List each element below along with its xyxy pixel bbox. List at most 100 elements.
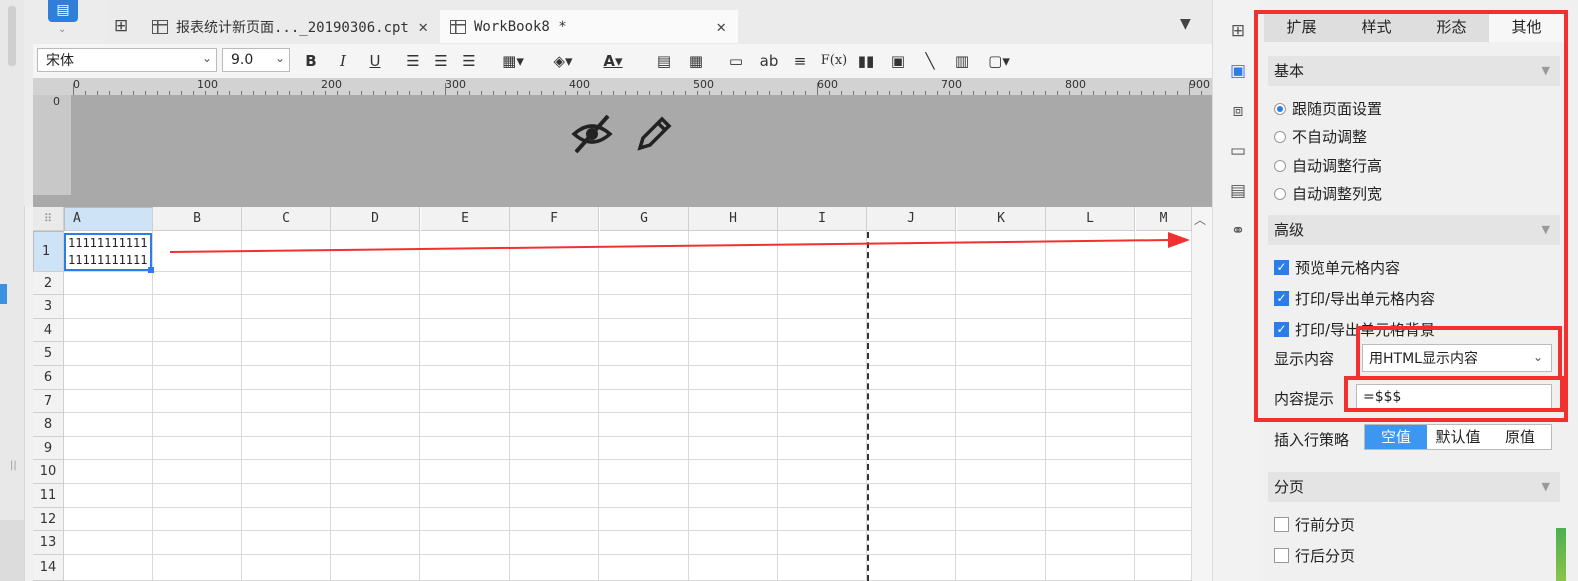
- vertical-ruler: 0: [33, 95, 71, 195]
- close-icon[interactable]: ✕: [418, 17, 428, 36]
- ruler-tick: [181, 91, 182, 95]
- grid-column-line: [152, 231, 153, 581]
- column-header-l[interactable]: L: [1046, 207, 1135, 231]
- underline-button[interactable]: U: [365, 50, 385, 72]
- ruler-label: 0: [53, 95, 60, 108]
- collapse-handle[interactable]: [0, 284, 7, 304]
- formula-button[interactable]: F(x): [819, 50, 849, 72]
- select-all-corner[interactable]: ⠿: [33, 207, 64, 231]
- font-size-select[interactable]: 9.0 ⌄: [222, 48, 290, 72]
- row-header-4[interactable]: 4: [33, 319, 64, 342]
- tab-list-icon[interactable]: ▼: [1180, 16, 1191, 32]
- row-header-8[interactable]: 8: [33, 413, 64, 437]
- font-color-icon[interactable]: A▾: [595, 50, 631, 72]
- format-toolbar: 宋体 ⌄ 9.0 ⌄ B I U ☰ ☰ ☰ ▦▾ ◈▾ A▾ ▤ ▦ ▭ ab…: [33, 44, 1212, 79]
- section-paging[interactable]: 分页 ▼: [1268, 472, 1560, 502]
- close-icon[interactable]: ✕: [716, 17, 726, 36]
- column-header-c[interactable]: C: [242, 207, 331, 231]
- ruler-tick: [493, 91, 494, 95]
- align-right-icon[interactable]: ☰: [459, 50, 479, 72]
- fill-handle[interactable]: [148, 267, 154, 273]
- row-header-2[interactable]: 2: [33, 272, 64, 295]
- edit-header-icon[interactable]: [634, 114, 674, 154]
- row-header-6[interactable]: 6: [33, 366, 64, 390]
- column-header-b[interactable]: B: [153, 207, 242, 231]
- merge-cells-icon[interactable]: ▤: [653, 50, 675, 72]
- column-header-h[interactable]: H: [689, 207, 778, 231]
- scroll-up-icon[interactable]: ︿: [1194, 211, 1206, 228]
- app-logo-icon[interactable]: ▤: [48, 0, 78, 22]
- ruler-label: 900: [1189, 78, 1210, 91]
- left-scrollbar[interactable]: [8, 6, 16, 66]
- ruler-tick: [385, 91, 386, 95]
- cell-attribute-icon[interactable]: ⊞: [1227, 20, 1249, 42]
- condition-attribute-icon[interactable]: ▤: [1227, 180, 1249, 202]
- align-left-icon[interactable]: ☰: [403, 50, 423, 72]
- check-page-before-row[interactable]: 行前分页: [1274, 514, 1355, 535]
- row-header-5[interactable]: 5: [33, 342, 64, 366]
- insert-original-option[interactable]: 原值: [1489, 425, 1551, 449]
- row-header-9[interactable]: 9: [33, 437, 64, 460]
- grid-row-line: [64, 436, 1192, 437]
- hide-header-icon[interactable]: [570, 112, 614, 156]
- spreadsheet-grid[interactable]: [33, 207, 1212, 581]
- ruler-label: 300: [445, 78, 466, 91]
- insert-default-option[interactable]: 默认值: [1427, 425, 1489, 449]
- cell-a1[interactable]: 11111111111 11111111111: [64, 233, 152, 271]
- tab-workbook8[interactable]: WorkBook8 * ✕: [440, 10, 738, 43]
- row-header-7[interactable]: 7: [33, 390, 64, 413]
- italic-button[interactable]: I: [333, 50, 353, 72]
- ruler-tick: [577, 91, 578, 95]
- column-header-e[interactable]: E: [421, 207, 510, 231]
- chevron-down-icon[interactable]: ⌄: [58, 24, 66, 35]
- border-icon[interactable]: ▦▾: [497, 50, 529, 72]
- insert-text-icon[interactable]: ▭: [725, 50, 747, 72]
- font-family-select[interactable]: 宋体 ⌄: [37, 48, 217, 72]
- image-icon[interactable]: ▣: [887, 50, 909, 72]
- row-header-11[interactable]: 11: [33, 484, 64, 508]
- vertical-scrollbar[interactable]: ︿: [1192, 207, 1212, 581]
- section-paging-title: 分页: [1274, 478, 1305, 496]
- ruler-tick: [481, 91, 482, 95]
- column-header-d[interactable]: D: [331, 207, 420, 231]
- column-header-g[interactable]: G: [600, 207, 689, 231]
- float-element-icon[interactable]: ⧈: [1227, 100, 1249, 122]
- align-center-icon[interactable]: ☰: [431, 50, 451, 72]
- column-header-a[interactable]: A: [64, 207, 153, 231]
- check-page-after-row[interactable]: 行后分页: [1274, 545, 1355, 566]
- column-header-m[interactable]: M: [1136, 207, 1192, 231]
- bold-button[interactable]: B: [301, 50, 321, 72]
- cell-element-icon[interactable]: ▣: [1227, 60, 1249, 82]
- chart-icon[interactable]: ▮▮: [855, 50, 877, 72]
- ruler-tick: [901, 91, 902, 95]
- grid-column-line: [598, 231, 599, 581]
- ruler-tick: [157, 91, 158, 95]
- slash-line-icon[interactable]: ╲: [919, 50, 941, 72]
- column-header-k[interactable]: K: [957, 207, 1046, 231]
- rich-text-button[interactable]: ab: [757, 50, 781, 72]
- row-header-3[interactable]: 3: [33, 295, 64, 319]
- resize-grip-icon[interactable]: ||: [10, 460, 17, 471]
- ruler-tick: [289, 91, 290, 95]
- ruler-tick: [145, 91, 146, 95]
- widget-settings-icon[interactable]: ▭: [1227, 140, 1249, 162]
- insert-empty-option[interactable]: 空值: [1365, 425, 1427, 449]
- row-header-13[interactable]: 13: [33, 531, 64, 555]
- split-cells-icon[interactable]: ▦: [685, 50, 707, 72]
- row-header-10[interactable]: 10: [33, 460, 64, 484]
- paragraph-icon[interactable]: ≡: [789, 50, 811, 72]
- row-header-12[interactable]: 12: [33, 508, 64, 531]
- row-header-1[interactable]: 1: [33, 231, 64, 272]
- grid-row-line: [64, 294, 1192, 295]
- subreport-icon[interactable]: ▥: [951, 50, 973, 72]
- tab-report[interactable]: 报表统计新页面..._20190306.cpt ✕: [142, 10, 440, 43]
- column-header-i[interactable]: I: [778, 207, 867, 231]
- horizontal-ruler: 0 100 200 300 400 500 600 700 800 900: [33, 78, 1212, 95]
- hyperlink-icon[interactable]: ⚭: [1227, 220, 1249, 242]
- row-header-14[interactable]: 14: [33, 555, 64, 581]
- column-header-f[interactable]: F: [510, 207, 599, 231]
- fill-color-icon[interactable]: ◈▾: [547, 50, 579, 72]
- column-header-j[interactable]: J: [867, 207, 956, 231]
- template-grid-icon[interactable]: ⊞: [114, 16, 128, 36]
- more-border-icon[interactable]: ▢▾: [983, 50, 1015, 72]
